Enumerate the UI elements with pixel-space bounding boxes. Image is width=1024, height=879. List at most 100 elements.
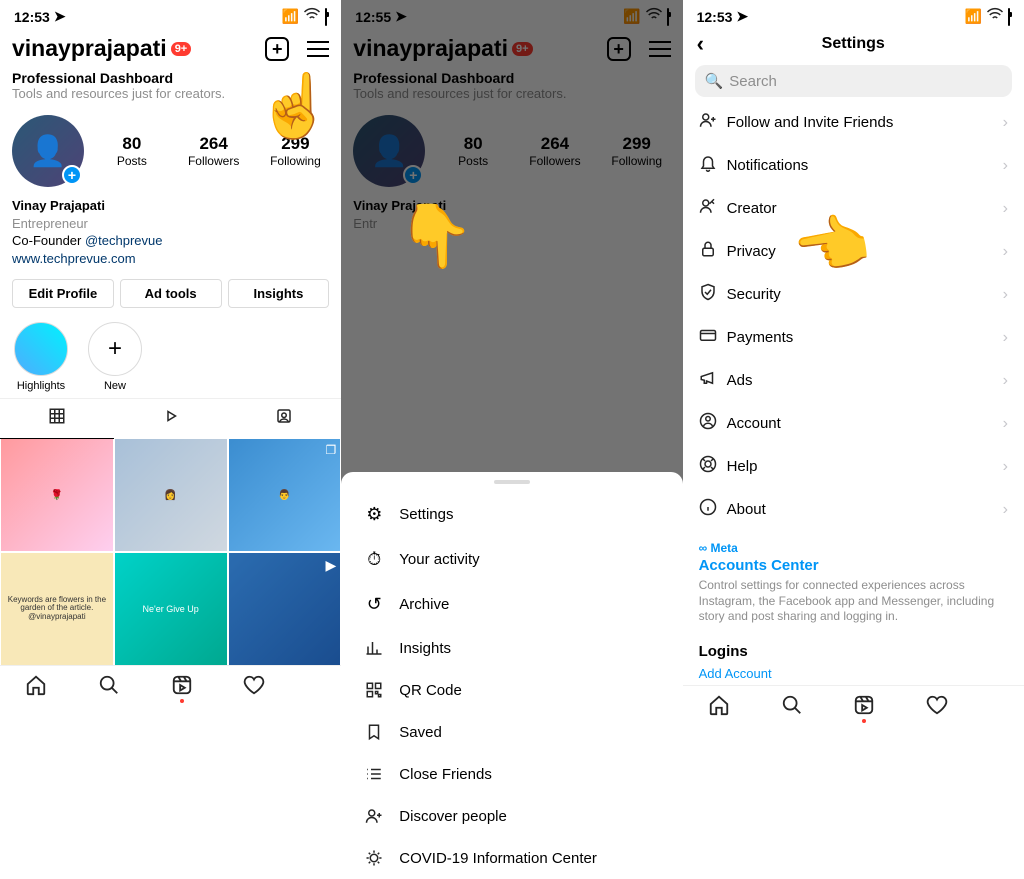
search-tab[interactable] xyxy=(781,694,803,721)
dashboard-title: Professional Dashboard xyxy=(12,70,329,86)
settings-privacy[interactable]: Privacy› xyxy=(683,230,1024,273)
accounts-center[interactable]: ∞ Meta Accounts Center Control settings … xyxy=(683,531,1024,635)
settings-ads[interactable]: Ads› xyxy=(683,359,1024,402)
wifi-icon xyxy=(986,6,1004,27)
meta-icon: ∞ xyxy=(699,541,711,555)
menu-sheet-screen: 12:55➤ 📶 vinayprajapati9+ + Professional… xyxy=(341,0,682,682)
tab-bar xyxy=(0,665,341,705)
menu-settings[interactable]: ⚙Settings xyxy=(341,492,682,537)
settings-notifications[interactable]: Notifications› xyxy=(683,144,1024,187)
display-name: Vinay Prajapati xyxy=(12,197,329,215)
edit-profile-button[interactable]: Edit Profile xyxy=(12,279,114,308)
status-time: 12:55 xyxy=(355,9,391,25)
dashboard-subtitle: Tools and resources just for creators. xyxy=(12,86,329,101)
activity-tab[interactable] xyxy=(926,694,948,721)
profile-screen: 12:53➤ 📶 vinayprajapati 9+ + Professiona… xyxy=(0,0,341,682)
menu-discover[interactable]: Discover people xyxy=(341,795,682,837)
reels-nav-tab[interactable] xyxy=(171,674,193,701)
menu-archive[interactable]: ↺Archive xyxy=(341,582,682,627)
home-tab[interactable] xyxy=(708,694,730,721)
bottom-sheet: ⚙Settings ⏱Your activity ↺Archive Insigh… xyxy=(341,472,682,879)
settings-creator[interactable]: Creator› xyxy=(683,187,1024,230)
chart-icon xyxy=(363,639,385,657)
website-link[interactable]: www.techprevue.com xyxy=(12,250,329,268)
location-icon: ➤ xyxy=(395,8,407,25)
battery-icon xyxy=(667,9,669,25)
battery-icon xyxy=(325,9,327,25)
wifi-icon xyxy=(303,6,321,27)
search-input[interactable]: 🔍 Search xyxy=(695,65,1012,97)
menu-qr[interactable]: QR Code xyxy=(341,669,682,711)
person-add-icon xyxy=(363,807,385,825)
search-tab[interactable] xyxy=(98,674,120,701)
post-thumbnail[interactable]: ❐👨 xyxy=(229,439,341,551)
battery-icon xyxy=(1008,9,1010,25)
home-tab[interactable] xyxy=(25,674,47,701)
sheet-handle[interactable] xyxy=(494,480,530,484)
info-icon xyxy=(699,498,727,521)
signal-icon: 📶 xyxy=(964,8,981,25)
menu-saved[interactable]: Saved xyxy=(341,711,682,753)
signal-icon: 📶 xyxy=(282,8,299,25)
reels-tab[interactable] xyxy=(114,399,228,439)
reels-nav-tab[interactable] xyxy=(853,694,875,721)
menu-insights[interactable]: Insights xyxy=(341,627,682,669)
carousel-icon: ❐ xyxy=(326,443,337,457)
activity-tab[interactable] xyxy=(243,674,265,701)
archive-icon: ↺ xyxy=(363,594,385,615)
qr-icon xyxy=(363,681,385,699)
grid-tab[interactable] xyxy=(0,399,114,439)
following-stat[interactable]: 299Following xyxy=(262,134,330,168)
covid-icon xyxy=(363,849,385,867)
location-icon: ➤ xyxy=(736,8,748,25)
new-highlight-button[interactable]: +New xyxy=(88,322,142,392)
settings-security[interactable]: Security› xyxy=(683,273,1024,316)
creator-icon xyxy=(699,197,727,220)
help-icon xyxy=(699,455,727,478)
create-button[interactable]: + xyxy=(265,37,289,61)
category: Entrepreneur xyxy=(12,215,329,233)
posts-stat[interactable]: 80Posts xyxy=(98,134,166,168)
ad-tools-button[interactable]: Ad tools xyxy=(120,279,222,308)
settings-about[interactable]: About› xyxy=(683,488,1024,531)
add-account-link[interactable]: Add Account xyxy=(683,662,1024,685)
settings-account[interactable]: Account› xyxy=(683,402,1024,445)
menu-activity[interactable]: ⏱Your activity xyxy=(341,537,682,582)
logins-header: Logins xyxy=(683,635,1024,662)
activity-icon: ⏱ xyxy=(363,549,385,570)
chevron-right-icon: › xyxy=(1003,114,1008,132)
settings-screen: 12:53➤ 📶 ‹ Settings 🔍 Search Follow and … xyxy=(683,0,1024,682)
menu-close-friends[interactable]: Close Friends xyxy=(341,753,682,795)
settings-follow-invite[interactable]: Follow and Invite Friends› xyxy=(683,101,1024,144)
add-story-icon[interactable]: + xyxy=(62,165,82,185)
status-bar: 12:53➤ 📶 xyxy=(0,0,341,29)
posts-grid: 🌹 👩 ❐👨 Keywords are flowers in the garde… xyxy=(0,439,341,665)
back-button[interactable]: ‹ xyxy=(697,31,704,57)
post-thumbnail[interactable]: 🌹 xyxy=(1,439,113,551)
post-thumbnail[interactable]: ▶ xyxy=(229,553,341,665)
status-time: 12:53 xyxy=(14,9,50,25)
notification-badge: 9+ xyxy=(171,42,192,56)
insights-button[interactable]: Insights xyxy=(228,279,330,308)
username-switcher[interactable]: vinayprajapati 9+ xyxy=(12,35,191,62)
bookmark-icon xyxy=(363,723,385,741)
professional-dashboard[interactable]: Professional Dashboard Tools and resourc… xyxy=(0,66,341,109)
handle-link[interactable]: @techprevue xyxy=(85,233,163,248)
settings-help[interactable]: Help› xyxy=(683,445,1024,488)
settings-payments[interactable]: Payments› xyxy=(683,316,1024,359)
post-thumbnail[interactable]: Keywords are flowers in the garden of th… xyxy=(1,553,113,665)
tagged-tab[interactable] xyxy=(228,399,342,439)
person-add-icon xyxy=(699,111,727,134)
highlight-item[interactable]: Highlights xyxy=(14,322,68,392)
menu-button[interactable] xyxy=(307,41,329,57)
profile-avatar[interactable]: 👤 + xyxy=(12,115,84,187)
tab-bar xyxy=(683,685,1024,725)
wifi-icon xyxy=(645,6,663,27)
followers-stat[interactable]: 264Followers xyxy=(180,134,248,168)
card-icon xyxy=(699,326,727,349)
bell-icon xyxy=(699,154,727,177)
list-icon xyxy=(363,765,385,783)
menu-covid[interactable]: COVID-19 Information Center xyxy=(341,837,682,879)
post-thumbnail[interactable]: 👩 xyxy=(115,439,227,551)
post-thumbnail[interactable]: Ne'er Give Up xyxy=(115,553,227,665)
